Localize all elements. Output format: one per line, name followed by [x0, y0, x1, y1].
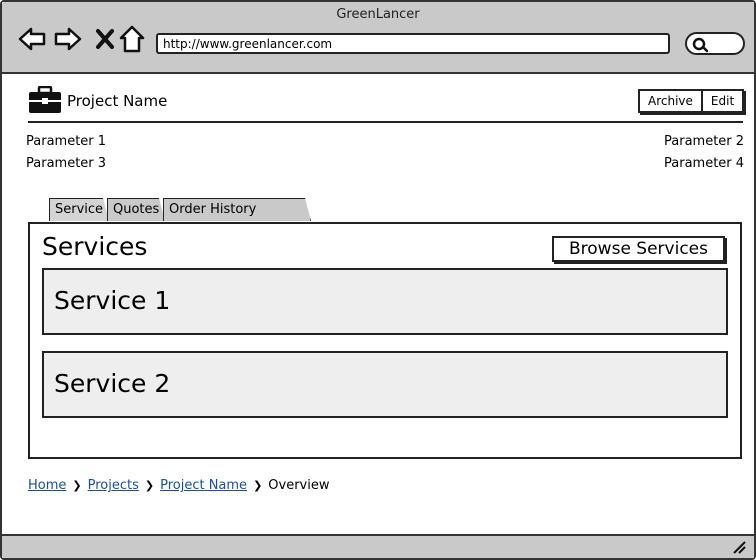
- parameter-4: Parameter 4: [664, 156, 745, 171]
- home-icon: [119, 25, 145, 53]
- briefcase-icon: [29, 86, 61, 113]
- tab-order-history[interactable]: Order History: [163, 198, 311, 221]
- breadcrumb-current: Overview: [268, 478, 330, 493]
- service-label: Service 1: [54, 286, 171, 315]
- services-panel: Services Browse Services Service 1 Servi…: [28, 222, 742, 459]
- service-card[interactable]: Service 2: [42, 351, 728, 418]
- arrow-right-icon: [54, 27, 82, 51]
- home-button[interactable]: [117, 24, 147, 54]
- breadcrumb-home-link[interactable]: Home: [28, 478, 66, 493]
- stop-button[interactable]: [90, 24, 120, 54]
- action-button-group: Archive Edit: [638, 89, 745, 113]
- window-title: GreenLancer: [336, 7, 420, 22]
- service-label: Service 2: [54, 369, 171, 398]
- edit-button[interactable]: Edit: [700, 91, 743, 111]
- search-field[interactable]: [685, 32, 745, 55]
- browse-services-button[interactable]: Browse Services: [552, 236, 725, 262]
- close-icon: [96, 29, 114, 49]
- arrow-left-icon: [18, 27, 46, 51]
- parameter-1: Parameter 1: [26, 134, 107, 149]
- breadcrumb: Home ❯ Projects ❯ Project Name ❯ Overvie…: [28, 478, 330, 493]
- chevron-right-icon: ❯: [253, 479, 263, 492]
- tab-service[interactable]: Service: [49, 198, 109, 221]
- chevron-right-icon: ❯: [144, 479, 155, 492]
- services-heading: Services: [42, 232, 148, 261]
- project-header: Project Name Archive Edit: [28, 86, 745, 118]
- archive-button[interactable]: Archive: [640, 91, 701, 111]
- header-divider: [28, 121, 743, 123]
- back-button[interactable]: [17, 24, 47, 54]
- url-input[interactable]: [156, 33, 670, 54]
- chevron-right-icon: ❯: [72, 479, 82, 492]
- breadcrumb-project-link[interactable]: Project Name: [160, 478, 247, 493]
- browser-chrome: GreenLancer: [2, 2, 754, 74]
- service-card[interactable]: Service 1: [42, 268, 728, 335]
- status-bar: [2, 534, 754, 558]
- project-title: Project Name: [67, 92, 168, 110]
- parameter-3: Parameter 3: [26, 156, 107, 171]
- search-icon: [692, 37, 709, 53]
- forward-button[interactable]: [53, 24, 83, 54]
- tab-quotes[interactable]: Quotes: [107, 198, 165, 221]
- resize-grip-icon[interactable]: [732, 540, 746, 554]
- breadcrumb-projects-link[interactable]: Projects: [88, 478, 139, 493]
- parameter-2: Parameter 2: [664, 134, 745, 149]
- browser-window: GreenLancer http://www.greenlancer.com P…: [0, 0, 756, 560]
